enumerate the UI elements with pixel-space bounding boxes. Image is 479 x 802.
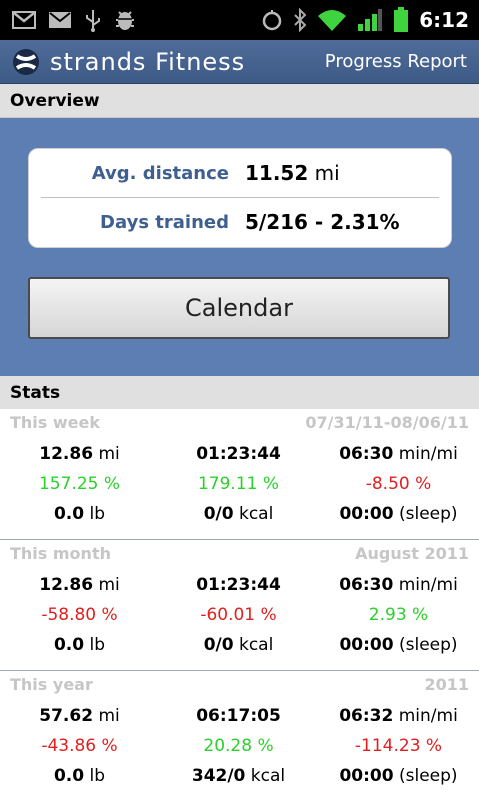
- pace-change: -8.50 %: [365, 474, 432, 494]
- time-change: -60.01 %: [200, 605, 277, 625]
- sleep-value: 00:00 (sleep): [339, 504, 458, 524]
- stats-block-year: This year 2011 57.62 mi 06:17:05 06:32 m…: [0, 671, 479, 802]
- pace-value: 06:32 min/mi: [339, 706, 458, 726]
- days-trained-row: Days trained 5/216 - 2.31%: [41, 197, 439, 246]
- stats-header: Stats: [0, 376, 479, 409]
- distance-value: 12.86 mi: [39, 444, 120, 464]
- overview-header: Overview: [0, 84, 479, 118]
- stats-block-month: This month August 2011 12.86 mi 01:23:44…: [0, 540, 479, 671]
- app-logo: strands Fitness: [0, 47, 245, 77]
- time-change: 179.11 %: [197, 474, 280, 494]
- distance-change: -43.86 %: [41, 736, 118, 756]
- weight-value: 0.0 lb: [53, 504, 106, 524]
- time-value: 06:17:05: [196, 706, 281, 726]
- status-bar: 6:12: [0, 0, 479, 40]
- stats-block-range: August 2011: [355, 544, 469, 563]
- time-change: 20.28 %: [203, 736, 274, 756]
- days-trained-value: 5/216 - 2.31%: [245, 210, 400, 234]
- sleep-value: 00:00 (sleep): [339, 635, 458, 655]
- weight-value: 0.0 lb: [53, 766, 106, 786]
- time-value: 01:23:44: [196, 575, 281, 595]
- distance-change: -58.80 %: [41, 605, 118, 625]
- avg-distance-value: 11.52 mi: [245, 161, 340, 185]
- distance-value: 12.86 mi: [39, 575, 120, 595]
- signal-icon: [358, 9, 383, 31]
- battery-icon: [394, 7, 409, 32]
- calendar-button[interactable]: Calendar: [28, 277, 450, 339]
- stats-block-range: 2011: [424, 675, 469, 694]
- avg-distance-row: Avg. distance 11.52 mi: [29, 149, 451, 197]
- avg-distance-label: Avg. distance: [91, 162, 229, 184]
- android-debug-icon: [116, 11, 134, 30]
- wifi-icon: [318, 10, 347, 31]
- alarm-icon: [263, 10, 282, 31]
- email-icon: [49, 12, 71, 28]
- pace-value: 06:30 min/mi: [339, 575, 458, 595]
- pace-value: 06:30 min/mi: [339, 444, 458, 464]
- distance-value: 57.62 mi: [39, 706, 120, 726]
- kcal-value: 0/0 kcal: [203, 635, 274, 655]
- gmail-icon: [12, 11, 36, 29]
- distance-change: 157.25 %: [38, 474, 121, 494]
- clock-time: 6:12: [419, 8, 469, 32]
- bluetooth-icon: [294, 8, 307, 32]
- pace-change: -114.23 %: [354, 736, 443, 756]
- stats-block-week: This week 07/31/11-08/06/11 12.86 mi 01:…: [0, 409, 479, 540]
- app-bar: strands Fitness Progress Report: [0, 40, 479, 84]
- strands-logo-icon: [13, 48, 39, 75]
- stats-block-title: This week: [10, 413, 101, 432]
- overview-panel: Avg. distance 11.52 mi Days trained 5/21…: [0, 118, 479, 376]
- stats-block-title: This year: [10, 675, 93, 694]
- usb-icon: [86, 10, 100, 32]
- page-title: Progress Report: [324, 51, 467, 72]
- time-value: 01:23:44: [196, 444, 281, 464]
- app-logo-text: strands Fitness: [50, 47, 246, 76]
- days-trained-label: Days trained: [100, 211, 229, 233]
- sleep-value: 00:00 (sleep): [339, 766, 458, 786]
- stats-block-range: 07/31/11-08/06/11: [305, 413, 469, 432]
- pace-change: 2.93 %: [368, 605, 429, 625]
- kcal-value: 342/0 kcal: [191, 766, 286, 786]
- weight-value: 0.0 lb: [53, 635, 106, 655]
- kcal-value: 0/0 kcal: [203, 504, 274, 524]
- stats-block-title: This month: [10, 544, 111, 563]
- overview-card: Avg. distance 11.52 mi Days trained 5/21…: [28, 148, 452, 248]
